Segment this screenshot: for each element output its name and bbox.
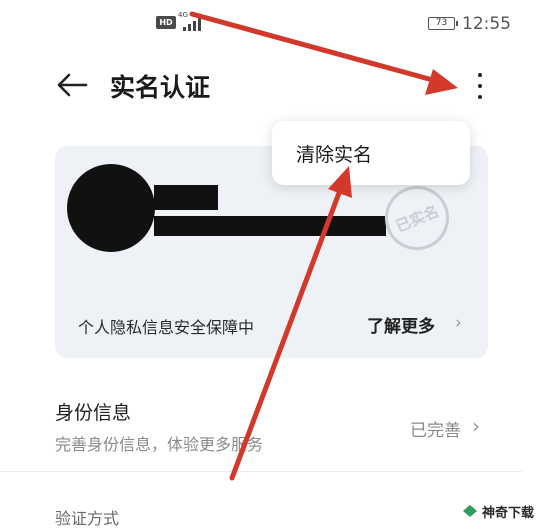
signal-strength-icon <box>183 18 205 31</box>
name-redaction-bar <box>154 185 218 210</box>
verified-seal-stamp: 已实名 <box>375 176 459 260</box>
overflow-menu: 清除实名 <box>272 121 470 185</box>
avatar-redacted <box>67 164 155 252</box>
verification-method-label: 验证方式 <box>55 509 120 528</box>
learn-more-link[interactable]: 了解更多 <box>367 312 435 337</box>
watermark-logo-icon <box>463 505 477 517</box>
chevron-right-icon: › <box>472 414 480 438</box>
chevron-right-icon: › <box>455 313 462 333</box>
identity-info-status: 已完善 <box>410 421 461 441</box>
identity-info-subtitle: 完善身份信息，体验更多服务 <box>55 435 264 454</box>
id-number-redaction-bar <box>154 216 386 236</box>
menu-item-clear-real-name[interactable]: 清除实名 <box>296 140 372 167</box>
status-bar: HD 4G 73 12:55 <box>0 0 542 50</box>
watermark-text: 神奇下载 <box>482 506 535 521</box>
status-time: 12:55 <box>462 14 511 34</box>
site-watermark: 神奇下载 <box>462 500 536 522</box>
privacy-note: 个人隐私信息安全保障中 <box>78 318 255 337</box>
identity-info-row[interactable]: 身份信息 完善身份信息，体验更多服务 已完善 › <box>0 390 542 462</box>
app-header: 实名认证 <box>0 55 542 115</box>
arrow-left-icon <box>57 73 88 97</box>
section-divider <box>0 471 522 472</box>
back-button[interactable] <box>54 69 90 101</box>
battery-icon: 73 <box>428 17 458 30</box>
identity-info-title: 身份信息 <box>55 402 132 424</box>
hd-voice-badge: HD <box>156 16 176 29</box>
more-options-button[interactable] <box>468 67 492 105</box>
page-title: 实名认证 <box>110 73 211 102</box>
